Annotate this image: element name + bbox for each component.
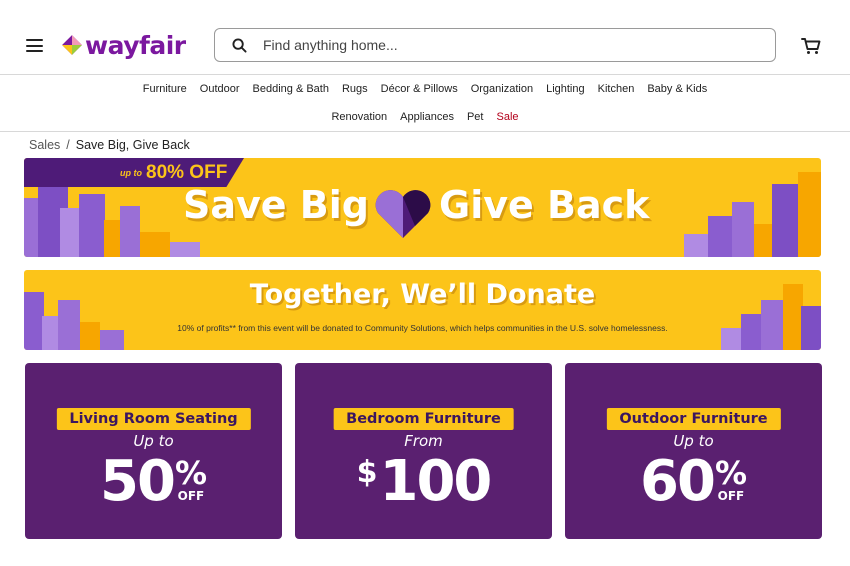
search-icon[interactable] <box>232 37 247 53</box>
promo-card-percent: % <box>714 454 747 492</box>
cart-icon[interactable] <box>801 37 821 60</box>
nav-item-sale[interactable]: Sale <box>496 111 518 123</box>
hero-title-right: Give Back <box>439 183 650 227</box>
discount-tag-prefix: up to <box>120 168 142 178</box>
promo-card-living-room[interactable]: Living Room Seating Up to 50 % OFF <box>25 363 282 539</box>
discount-tag-value: 80% OFF <box>146 162 228 183</box>
breadcrumb-current: Save Big, Give Back <box>75 138 190 152</box>
site-header: wayfair <box>0 0 850 75</box>
hero-banner[interactable]: up to 80% OFF Save Big Give Back <box>24 158 821 257</box>
skyline-right-illustration <box>684 172 821 257</box>
nav-item-lighting[interactable]: Lighting <box>546 83 585 95</box>
promo-card-off: OFF <box>717 489 745 503</box>
nav-item-rugs[interactable]: Rugs <box>342 83 368 95</box>
nav-row-1: Furniture Outdoor Bedding & Bath Rugs Dé… <box>0 83 850 95</box>
hamburger-menu-icon[interactable] <box>26 39 43 52</box>
promo-card-label: Bedroom Furniture <box>333 408 514 430</box>
promo-card-off: OFF <box>177 489 205 503</box>
promo-card-amount: $ 100 <box>295 451 552 513</box>
nav-item-kitchen[interactable]: Kitchen <box>598 83 635 95</box>
nav-row-2: Renovation Appliances Pet Sale <box>0 111 850 123</box>
promo-card-number: 50 <box>100 449 176 514</box>
logo-text: wayfair <box>85 30 186 60</box>
wayfair-logo[interactable]: wayfair <box>62 30 186 60</box>
nav-item-decor-pillows[interactable]: Décor & Pillows <box>381 83 458 95</box>
nav-item-baby-kids[interactable]: Baby & Kids <box>647 83 707 95</box>
donate-title: Together, We’ll Donate <box>249 279 596 310</box>
breadcrumb-separator: / <box>66 138 70 152</box>
promo-card-percent-block: % OFF <box>715 457 747 503</box>
nav-item-pet[interactable]: Pet <box>467 111 484 123</box>
promo-card-outdoor[interactable]: Outdoor Furniture Up to 60 % OFF <box>565 363 822 539</box>
promo-card-bedroom[interactable]: Bedroom Furniture From $ 100 <box>295 363 552 539</box>
breadcrumb: Sales / Save Big, Give Back <box>29 138 190 152</box>
promo-card-amount: 50 % OFF <box>25 451 282 513</box>
nav-item-renovation[interactable]: Renovation <box>331 111 387 123</box>
donate-banner[interactable]: Together, We’ll Donate 10% of profits** … <box>24 270 821 350</box>
donate-note: 10% of profits** from this event will be… <box>177 323 668 333</box>
nav-item-outdoor[interactable]: Outdoor <box>200 83 240 95</box>
promo-card-percent-block: % OFF <box>175 457 207 503</box>
nav-item-bedding-bath[interactable]: Bedding & Bath <box>253 83 329 95</box>
promo-card-currency: $ <box>356 455 378 490</box>
category-nav: Furniture Outdoor Bedding & Bath Rugs Dé… <box>0 75 850 132</box>
search-bar[interactable] <box>214 28 776 62</box>
promo-card-percent: % <box>174 454 207 492</box>
promo-card-number: 60 <box>640 449 716 514</box>
promo-card-number: 100 <box>379 449 492 514</box>
promo-card-prefix: Up to <box>133 432 174 450</box>
hero-title-left: Save Big <box>183 183 369 227</box>
promo-card-prefix: From <box>404 432 443 450</box>
promo-card-label: Living Room Seating <box>56 408 251 430</box>
promo-card-label: Outdoor Furniture <box>606 408 781 430</box>
nav-item-organization[interactable]: Organization <box>471 83 533 95</box>
heart-icon <box>375 190 431 238</box>
nav-item-appliances[interactable]: Appliances <box>400 111 454 123</box>
promo-card-prefix: Up to <box>673 432 714 450</box>
search-input[interactable] <box>261 36 745 54</box>
promo-card-amount: 60 % OFF <box>565 451 822 513</box>
logo-diamond-icon <box>62 35 82 55</box>
breadcrumb-link-sales[interactable]: Sales <box>29 138 60 152</box>
nav-item-furniture[interactable]: Furniture <box>143 83 187 95</box>
